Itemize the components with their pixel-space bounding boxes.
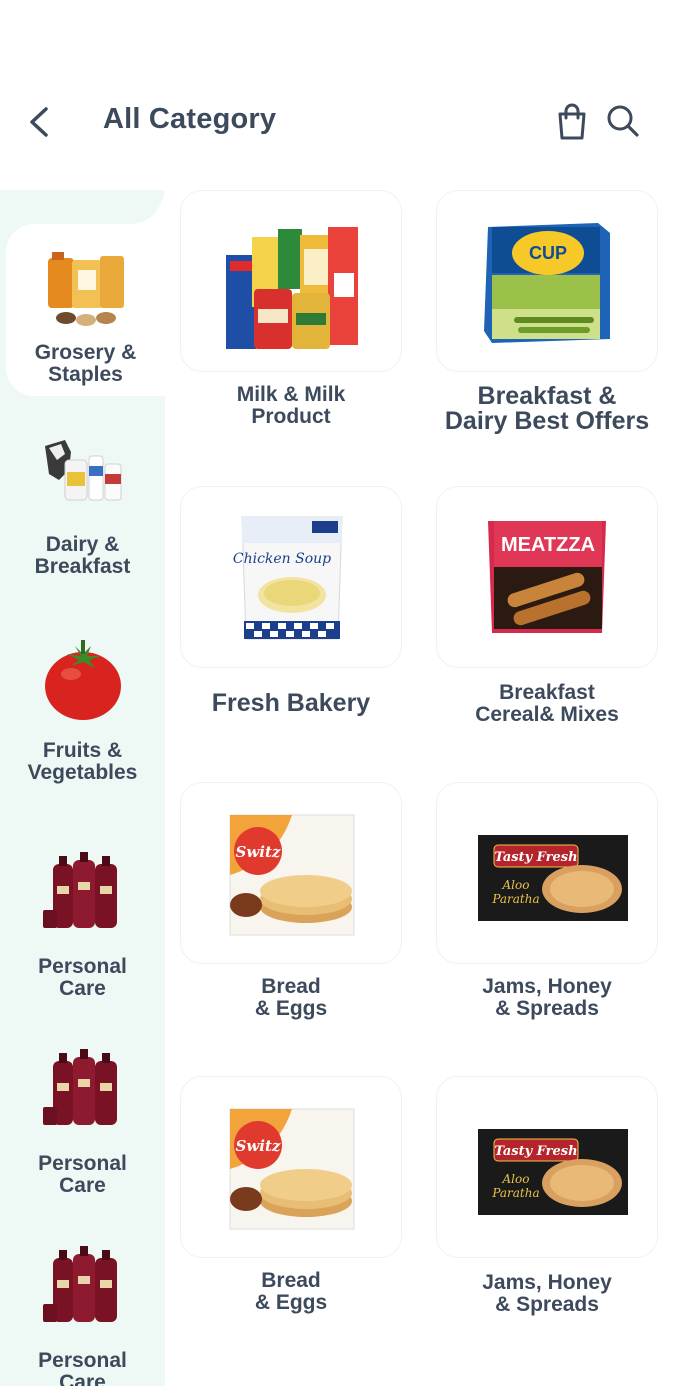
svg-text:Paratha: Paratha xyxy=(491,892,539,906)
meatzza-pack-image: MEATZZA xyxy=(488,521,606,633)
tomato-image xyxy=(44,640,121,720)
personal-care-image xyxy=(42,1049,117,1125)
sidebar-item-personal-care[interactable]: Personal Care xyxy=(0,852,165,1000)
svg-text:CUP: CUP xyxy=(529,243,567,263)
category-card-jams-honey-spreads[interactable]: Tasty Fresh Aloo Paratha xyxy=(436,782,658,964)
category-card-breakfast-dairy-offers[interactable]: CUP xyxy=(436,190,658,372)
category-sidebar[interactable]: Grosery & Staples Dairy & Breakfast Frui… xyxy=(0,190,165,1386)
category-label[interactable]: Jams, Honey & Spreads xyxy=(427,1272,667,1316)
sidebar-item-label: Fruits & Vegetables xyxy=(27,739,138,784)
dairy-breakfast-image xyxy=(44,440,121,501)
chevron-left-icon xyxy=(30,107,48,137)
category-card-jams-honey-spreads[interactable]: Tasty Fresh Aloo Paratha xyxy=(436,1076,658,1258)
groceries-pack-image xyxy=(226,227,358,349)
category-card-fresh-bakery[interactable]: Chicken Soup xyxy=(180,486,402,668)
category-label[interactable]: Breakfast Cereal& Mixes xyxy=(427,682,667,726)
svg-text:Tasty Fresh: Tasty Fresh xyxy=(494,1144,577,1159)
category-label[interactable]: Breakfast & Dairy Best Offers xyxy=(427,384,667,434)
aloo-paratha-pack-image: Tasty Fresh Aloo Paratha xyxy=(478,1129,628,1215)
svg-text:Paratha: Paratha xyxy=(491,1186,539,1200)
cup-a-soup-box-image: CUP xyxy=(484,223,610,343)
sidebar-item-fruits-vegetables[interactable]: Fruits & Vegetables xyxy=(0,636,165,784)
svg-text:Aloo: Aloo xyxy=(502,1172,530,1186)
sidebar-item-dairy-breakfast[interactable]: Dairy & Breakfast xyxy=(0,430,165,578)
personal-care-image xyxy=(42,1246,117,1322)
grocery-staples-image xyxy=(47,252,124,326)
category-card-milk-milk-product[interactable] xyxy=(180,190,402,372)
category-label[interactable]: Bread & Eggs xyxy=(171,1270,411,1314)
switz-paratha-pack-image: Switz xyxy=(229,1108,355,1230)
category-label[interactable]: Milk & Milk Product xyxy=(171,384,411,428)
sidebar-top-curve xyxy=(0,190,165,226)
sidebar-item-personal-care[interactable]: Personal Care xyxy=(0,1246,165,1386)
svg-text:MEATZZA: MEATZZA xyxy=(501,534,595,556)
sidebar-item-label: Grosery & Staples xyxy=(34,341,137,386)
sidebar-item-label: Dairy & Breakfast xyxy=(34,533,131,578)
svg-text:Switz: Switz xyxy=(236,1137,281,1155)
back-button[interactable] xyxy=(22,104,58,140)
svg-text:Tasty Fresh: Tasty Fresh xyxy=(494,850,577,865)
category-card-breakfast-cereal-mixes[interactable]: MEATZZA xyxy=(436,486,658,668)
sidebar-item-grocery-staples[interactable]: Grosery & Staples xyxy=(6,224,165,396)
sidebar-item-personal-care[interactable]: Personal Care xyxy=(0,1049,165,1197)
category-label[interactable]: Fresh Bakery xyxy=(171,690,411,716)
svg-text:Chicken Soup: Chicken Soup xyxy=(233,551,331,567)
search-button[interactable] xyxy=(604,102,642,140)
svg-text:Switz: Switz xyxy=(236,843,281,861)
page-title: All Category xyxy=(103,103,277,135)
personal-care-image xyxy=(42,852,117,928)
aloo-paratha-pack-image: Tasty Fresh Aloo Paratha xyxy=(478,835,628,921)
category-label[interactable]: Jams, Honey & Spreads xyxy=(427,976,667,1020)
cart-button[interactable] xyxy=(553,102,591,142)
category-label[interactable]: Bread & Eggs xyxy=(171,976,411,1020)
category-card-bread-eggs[interactable]: Switz xyxy=(180,782,402,964)
svg-text:Aloo: Aloo xyxy=(502,878,530,892)
shopping-bag-icon xyxy=(558,103,586,140)
sidebar-item-label: Personal Care xyxy=(38,955,127,1000)
sidebar-item-label: Personal Care xyxy=(38,1349,127,1386)
search-icon xyxy=(607,105,639,137)
chicken-soup-pack-image: Chicken Soup xyxy=(233,516,343,640)
switz-paratha-pack-image: Switz xyxy=(229,814,355,936)
category-card-bread-eggs[interactable]: Switz xyxy=(180,1076,402,1258)
sidebar-item-label: Personal Care xyxy=(38,1152,127,1197)
app-header: All Category xyxy=(0,0,685,190)
